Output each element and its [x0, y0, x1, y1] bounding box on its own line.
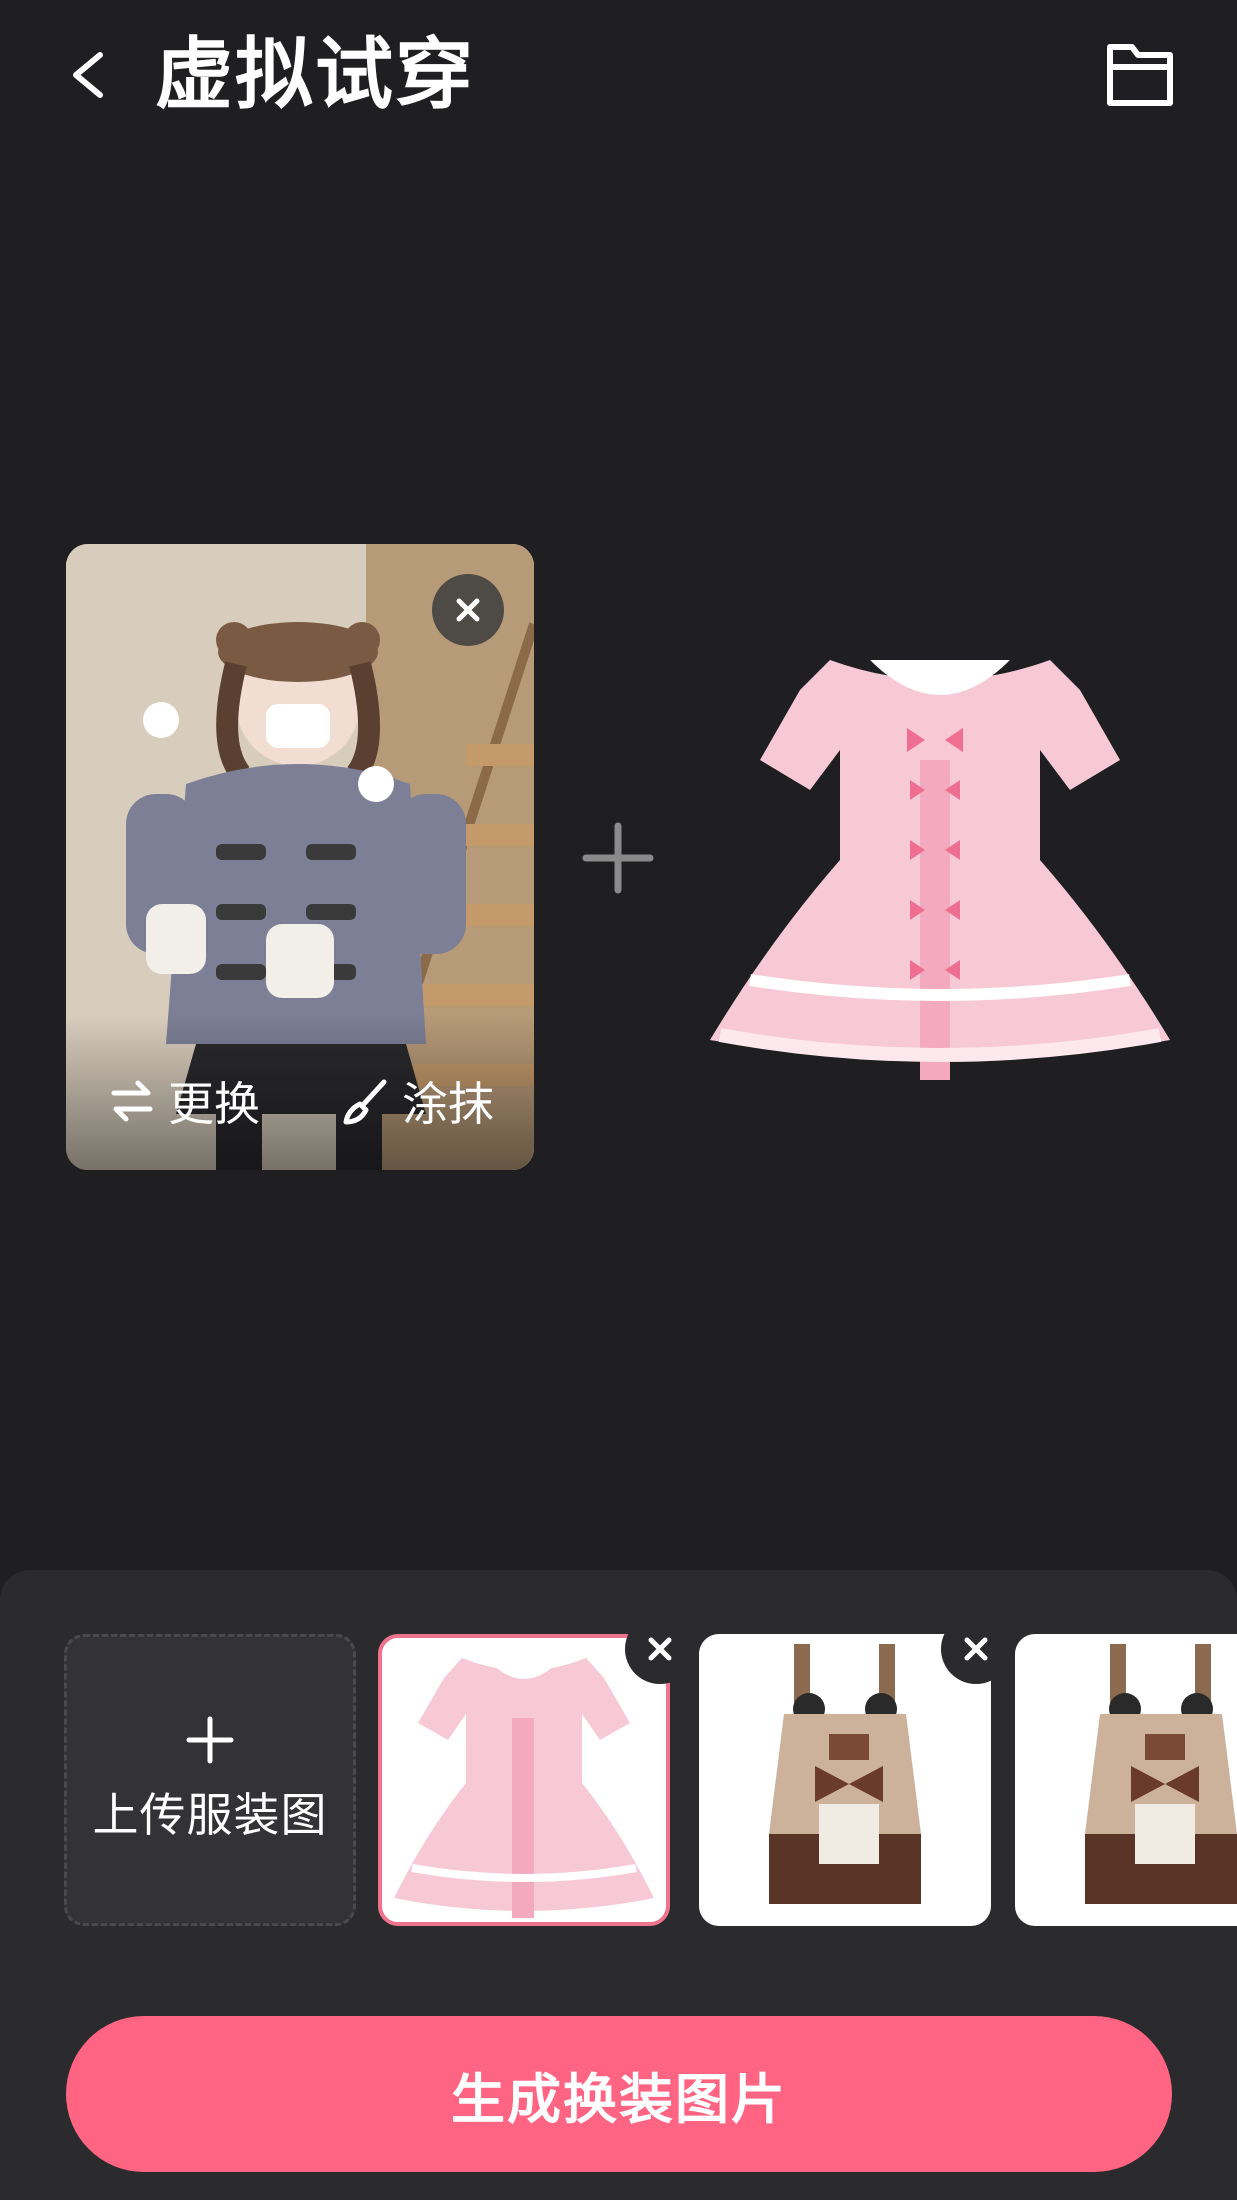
replace-label: 更换 — [168, 1077, 260, 1131]
plus-icon — [186, 1716, 234, 1764]
upload-label: 上传服装图 — [92, 1788, 328, 1842]
garment-thumbnail[interactable] — [1015, 1634, 1237, 1926]
close-icon — [648, 1637, 672, 1661]
bear-overall-dress-thumbnail — [1085, 1644, 1237, 1904]
paint-button[interactable]: 涂抹 — [340, 1068, 494, 1134]
folder-icon — [1107, 44, 1173, 106]
plus-icon — [582, 822, 654, 894]
remove-garment-button[interactable] — [625, 1614, 695, 1684]
bear-overall-dress-thumbnail — [769, 1644, 921, 1904]
pink-dress-image — [710, 660, 1170, 1080]
folder-button[interactable] — [1100, 35, 1180, 115]
brush-icon — [343, 1079, 387, 1125]
generate-button[interactable]: 生成换装图片 — [66, 2016, 1172, 2172]
pink-dress-thumbnail — [394, 1658, 654, 1918]
back-button[interactable] — [60, 40, 120, 110]
remove-garment-button[interactable] — [941, 1614, 1011, 1684]
close-icon — [456, 598, 480, 622]
remove-model-button[interactable] — [432, 574, 504, 646]
close-icon — [964, 1637, 988, 1661]
paint-label: 涂抹 — [402, 1077, 494, 1131]
chevron-left-icon — [73, 52, 103, 98]
garment-thumbnail-selected[interactable] — [378, 1634, 670, 1926]
upload-garment-button[interactable]: 上传服装图 — [64, 1634, 356, 1926]
page-title: 虚拟试穿 — [155, 30, 476, 120]
replace-button[interactable]: 更换 — [108, 1068, 260, 1134]
swap-arrows-icon — [111, 1080, 153, 1122]
garment-thumbnail[interactable] — [699, 1634, 991, 1926]
garment-preview — [710, 640, 1170, 1080]
